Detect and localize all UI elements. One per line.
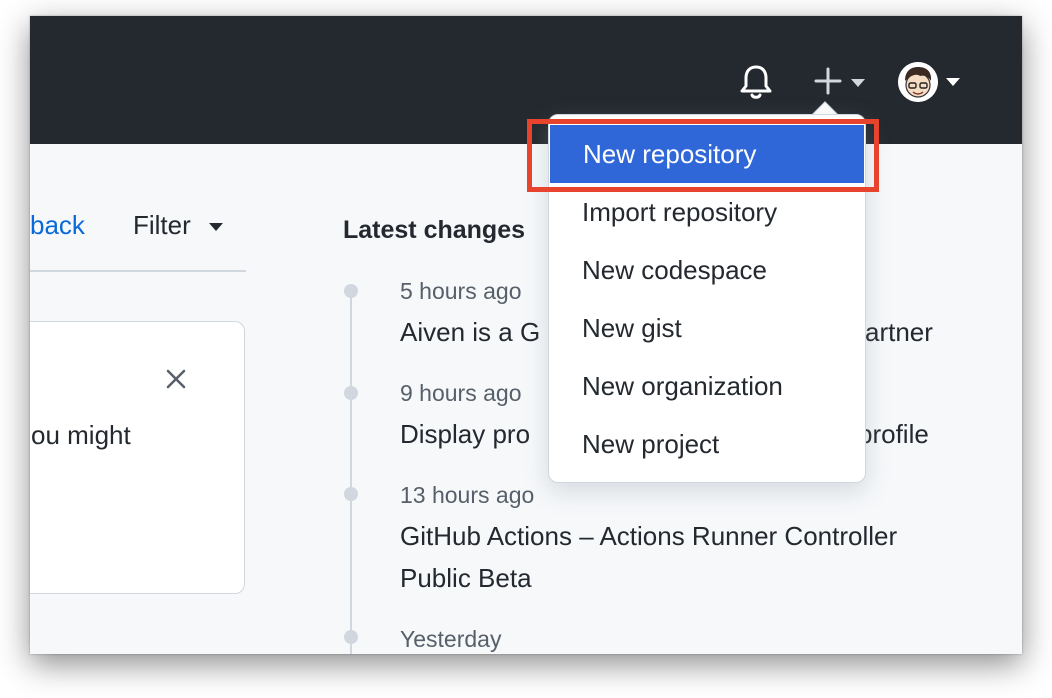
change-title-part: profile [858,419,929,449]
timeline-line [350,292,352,654]
change-title-part: Display pro [400,419,531,449]
browser-window: back Filter ou might Latest changes 5 ho… [30,16,1022,654]
change-title-link[interactable]: GitHub Actions – Actions Runner Controll… [400,515,1000,599]
chevron-down-icon [946,78,960,86]
bell-icon[interactable] [738,63,774,101]
feedback-link[interactable]: back [30,210,85,241]
change-time: 9 hours ago [400,380,522,406]
highlight-annotation [527,119,879,192]
chevron-down-icon [209,223,224,232]
card-text: ou might [31,420,131,450]
chevron-down-icon [851,79,865,87]
filter-button[interactable]: Filter [133,210,224,244]
change-title-part: artner [865,317,933,347]
menu-item-new-organization[interactable]: New organization [549,357,865,415]
change-time: 13 hours ago [400,482,535,508]
create-new-button[interactable] [813,66,873,100]
plus-icon [814,67,842,95]
filter-label: Filter [133,210,191,240]
menu-item-new-project[interactable]: New project [549,415,865,473]
divider [30,270,246,272]
menu-item-new-gist[interactable]: New gist [549,299,865,357]
close-icon[interactable] [163,366,189,392]
change-time: Yesterday [400,626,502,652]
change-time: 5 hours ago [400,278,522,304]
avatar [898,62,938,102]
dashboard-card: ou might [30,321,245,594]
timeline-dot [344,630,358,644]
user-menu-button[interactable] [898,62,968,104]
timeline-dot [344,386,358,400]
latest-changes-heading: Latest changes [343,216,526,244]
menu-item-new-codespace[interactable]: New codespace [549,241,865,299]
timeline-dot [344,284,358,298]
change-title-line: Public Beta [400,563,532,593]
timeline-dot [344,487,358,501]
change-title-part: Aiven is a G [400,317,541,347]
change-title-line: GitHub Actions – Actions Runner Controll… [400,521,898,551]
